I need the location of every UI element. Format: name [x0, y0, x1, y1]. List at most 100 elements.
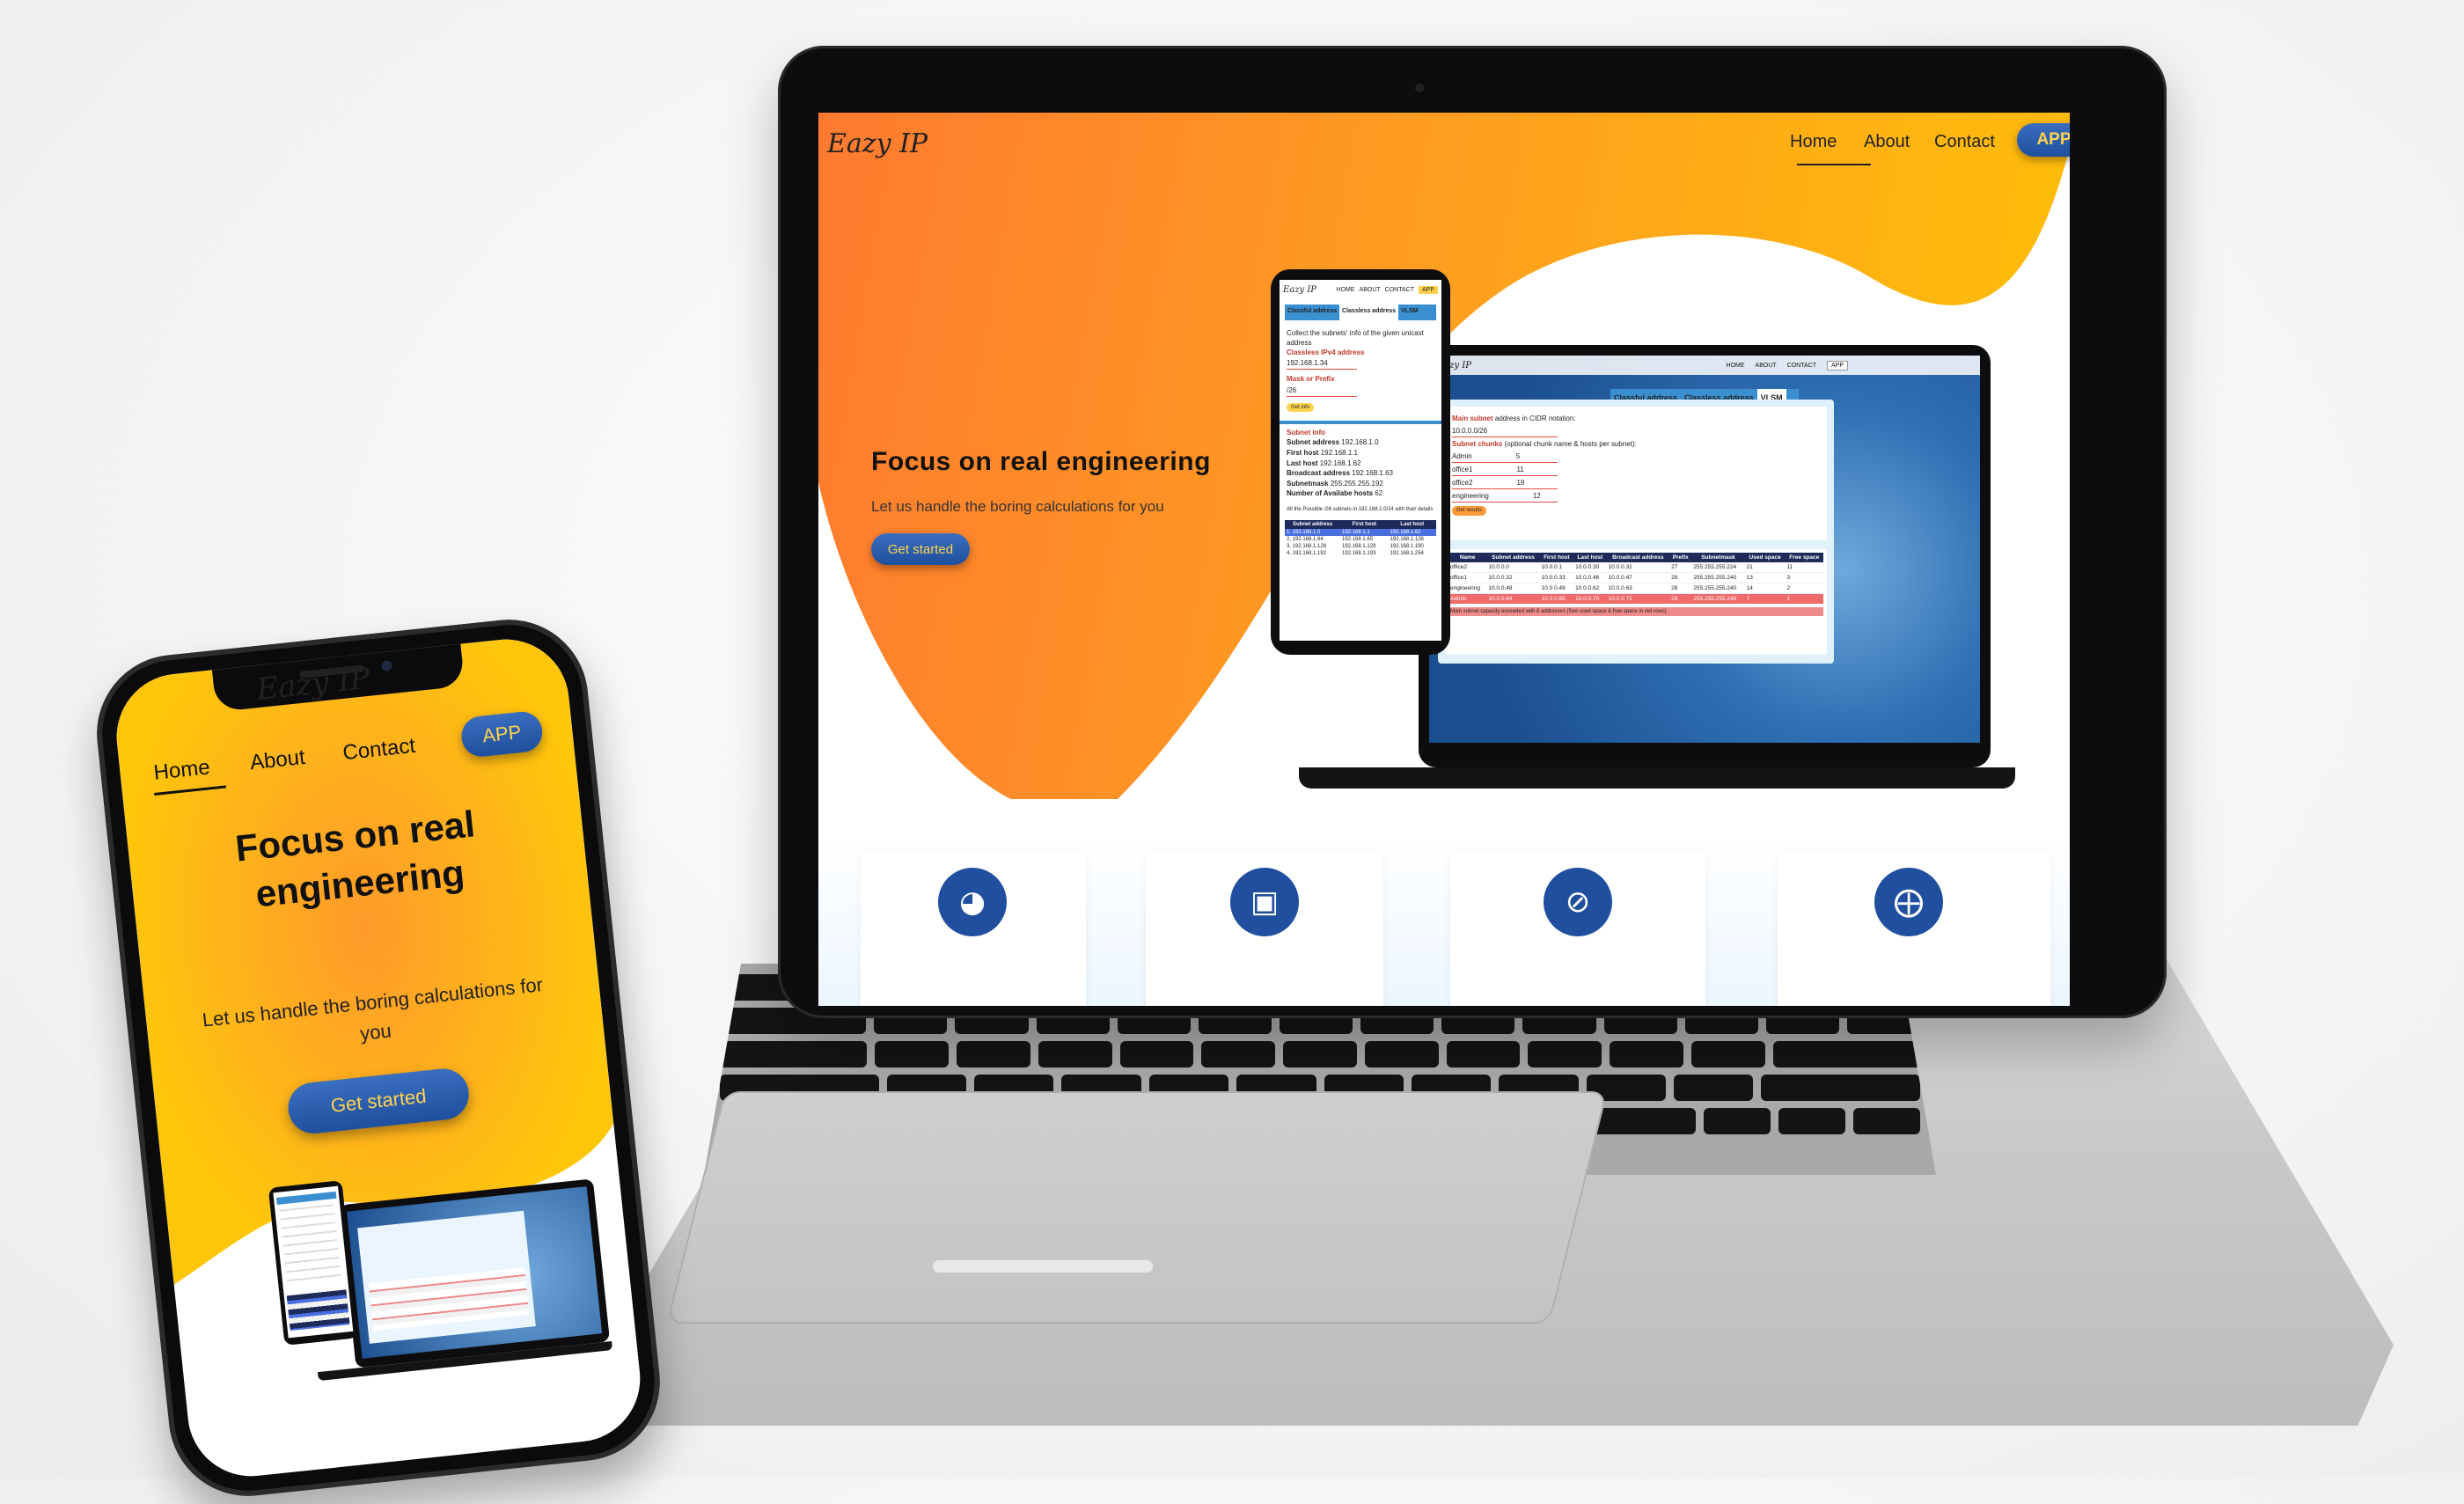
mockup-table-header: Subnet address [1285, 520, 1341, 530]
table-cell: 192.168.1.254 [1390, 551, 1424, 557]
mockup-results: Name Subnet address First host Last host Bro… [1445, 549, 1827, 655]
table-cell: 192.168.1.65 [1342, 537, 1374, 543]
laptop-base-notch [933, 1260, 1153, 1273]
mockup-nav-item: ABOUT [1755, 362, 1777, 369]
mockup-info-row: Broadcast address 192.168.1.63 [1287, 469, 1393, 478]
table-row: 2. 192.168.1.64 192.168.1.65 192.168.1.126 [1285, 536, 1436, 543]
feature-card: ⨁ [1778, 850, 2050, 1006]
table-cell: 255.255.255.240 [1691, 572, 1745, 583]
feature-card: ▣ [1146, 850, 1383, 1006]
laptop-trackpad[interactable] [666, 1091, 1608, 1324]
table-row: 4. 192.168.1.192 192.168.1.193 192.168.1.2… [1285, 550, 1436, 557]
mockup-phone-tabs: Classful address Classless address VLSM [1285, 304, 1436, 320]
table-cell: 10.0.0.64 [1486, 593, 1540, 605]
table-cell: 4. 192.168.1.192 [1287, 551, 1327, 557]
laptop-screen: Eazy IP Home About Contact APP Focus on … [818, 113, 2070, 1006]
table-cell: 10.0.0.0 [1486, 562, 1540, 573]
mockup-tab-active: Classless address [1339, 304, 1399, 320]
table-cell: office2 [1448, 562, 1487, 573]
mockup-chunk-row: engineering 12 [1452, 491, 1558, 503]
mockup-nav-app: APP [1418, 285, 1438, 294]
table-cell: 255.255.255.224 [1691, 562, 1745, 573]
table-cell: engineering [1448, 583, 1487, 594]
mockup-chunk-row: office2 19 [1452, 478, 1558, 489]
get-started-button[interactable]: Get started [871, 533, 970, 565]
table-cell: 10.0.0.33 [1539, 572, 1574, 583]
nav-contact-link[interactable]: Contact [1934, 132, 1995, 152]
table-cell: 28 [1669, 572, 1692, 583]
mockup-mask-label: Mask or Prefix [1287, 375, 1335, 384]
table-cell: 10.0.0.30 [1573, 562, 1607, 573]
mockup-subnet-info: Subnet info Subnet address 192.168.1.0 Fi… [1280, 420, 1441, 503]
mockup-phone-form: Collect the subnets' info of the given u… [1280, 326, 1441, 415]
hero-title: Focus on real engineering [871, 447, 1211, 476]
table-cell: 3. 192.168.1.128 [1287, 544, 1327, 550]
mockup-phone-navbar: Eazy IP HOME ABOUT CONTACT APP [1280, 280, 1441, 299]
mockup-table-header: Subnetmask [1691, 553, 1745, 562]
phone-screen: Home About Contact APP Focus on real eng… [110, 633, 647, 1483]
table-row: engineering 10.0.0.48 10.0.0.49 10.0.0.62 10… [1448, 583, 1823, 594]
mockup-nav-app: APP [1826, 360, 1848, 370]
mockup-subnet-table: Subnet address First host Last host 1. 192… [1285, 520, 1436, 557]
table-cell: 2 [1785, 583, 1823, 594]
speedometer-icon: ◕ [938, 868, 1007, 936]
mockup-chunks-label: Subnet chunks (optional chunk name & hos… [1452, 440, 1637, 448]
laptop-navbar: Eazy IP Home About Contact APP [818, 113, 2070, 183]
nav-home-link[interactable]: Home [1790, 132, 1837, 152]
phone-hero-phone-table [286, 1289, 350, 1332]
site-logo[interactable]: Eazy IP [827, 128, 928, 159]
table-cell: 192.168.1.62 [1388, 529, 1436, 537]
mockup-main-label: Main subnet address in CIDR notation: [1452, 415, 1576, 422]
mockup-laptop-navbar: Eazy IP HOME ABOUT CONTACT APP [1429, 356, 1980, 375]
mockup-chunk-row: office1 11 [1452, 465, 1558, 476]
table-cell: 192.168.1.1 [1340, 529, 1389, 537]
table-cell: 10.0.0.65 [1539, 593, 1574, 605]
table-cell: 7 [1744, 593, 1786, 605]
table-cell: 2. 192.168.1.64 [1287, 537, 1324, 543]
table-row: office2 10.0.0.0 10.0.0.1 10.0.0.30 10.0.0.3… [1448, 562, 1823, 573]
mockup-info-row: Number of Availabe hosts 62 [1287, 489, 1383, 498]
table-cell: 255.255.255.240 [1691, 583, 1745, 594]
table-cell: 21 [1744, 562, 1786, 573]
table-cell: 1. 192.168.1.0 [1285, 529, 1341, 537]
mockup-table-header: Broadcast address [1606, 553, 1670, 562]
table-cell: 27 [1669, 562, 1692, 573]
table-cell: 1 [1785, 593, 1823, 605]
table-cell: 28 [1669, 583, 1692, 594]
mockup-info-row: First host 192.168.1.1 [1287, 449, 1358, 458]
hero-phone-mockup: Eazy IP HOME ABOUT CONTACT APP Classful … [1271, 269, 1450, 655]
mockup-nav-item: HOME [1336, 286, 1355, 293]
table-cell: office1 [1448, 572, 1487, 583]
nav-app-button[interactable]: APP [2017, 123, 2070, 157]
mockup-info-row: Last host 192.168.1.62 [1287, 459, 1361, 467]
mockup-table-header: Subnet address [1486, 553, 1540, 562]
feature-card: ◕ [861, 850, 1086, 1006]
hero-phone-screen: Eazy IP HOME ABOUT CONTACT APP Classful … [1280, 280, 1441, 641]
mockup-results-table: Name Subnet address First host Last host Bro… [1448, 553, 1823, 605]
table-cell: 29 [1669, 593, 1692, 605]
table-cell: 192.168.1.190 [1390, 544, 1424, 550]
money-icon: ▣ [1230, 868, 1299, 936]
nav-about-link[interactable]: About [1864, 132, 1910, 152]
mockup-table-header: Prefix [1669, 553, 1692, 562]
mockup-ip-field: 192.168.1.34 [1287, 359, 1357, 370]
mockup-main-value: 10.0.0.0/26 [1452, 426, 1558, 437]
table-cell: 13 [1744, 572, 1786, 583]
mockup-table-header: Used space [1744, 553, 1786, 562]
table-cell: 192.168.1.126 [1390, 537, 1424, 543]
table-cell: 10.0.0.32 [1486, 572, 1540, 583]
mockup-vlsm-form: Main subnet address in CIDR notation: 10… [1445, 407, 1827, 540]
mockup-table-header: First host [1340, 520, 1389, 530]
mockup-phone-logo: Eazy IP [1283, 284, 1317, 295]
mockup-table-header: Name [1448, 553, 1487, 562]
table-cell: 10.0.0.49 [1539, 583, 1574, 594]
mockup-info-title: Subnet info [1287, 428, 1325, 437]
mockup-tab: Classful address [1287, 308, 1338, 314]
table-row: 3. 192.168.1.128 192.168.1.129 192.168.1.1… [1285, 543, 1436, 550]
table-cell: 10.0.0.47 [1606, 572, 1670, 583]
table-cell: 255.255.255.248 [1691, 593, 1745, 605]
mockup-nav-item: ABOUT [1359, 286, 1381, 293]
mockup-intro-text: Collect the subnets' info of the given u… [1287, 329, 1424, 347]
mockup-capacity-note: Main subnet capacity exceeded with 8 add… [1448, 607, 1823, 616]
mockup-get-info-button: Get info [1287, 402, 1315, 412]
